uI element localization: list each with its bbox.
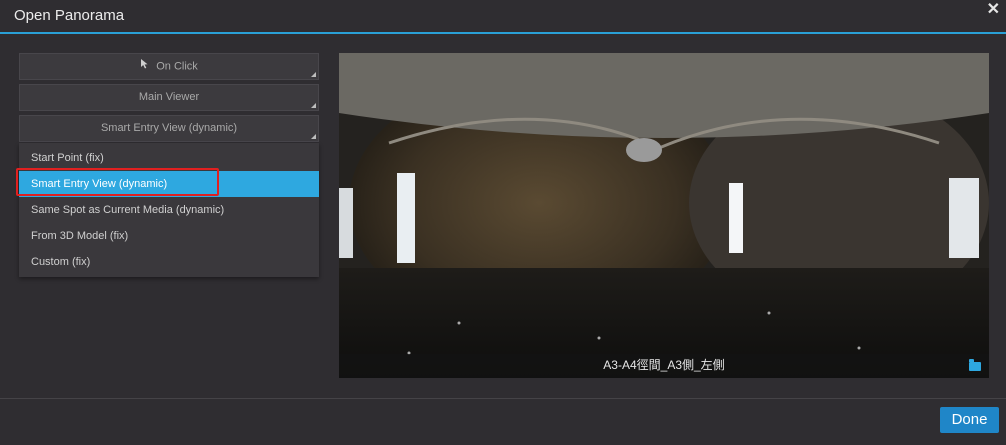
close-icon[interactable]: ✕ — [987, 2, 1000, 18]
entry-view-button[interactable]: Smart Entry View (dynamic) — [19, 115, 319, 142]
dialog-title: Open Panorama — [14, 7, 125, 24]
folder-icon[interactable] — [969, 359, 981, 371]
trigger-button[interactable]: On Click — [19, 53, 319, 80]
done-button[interactable]: Done — [940, 407, 999, 433]
title-divider — [0, 32, 1006, 34]
viewer-button[interactable]: Main Viewer — [19, 84, 319, 111]
title-bar: Open Panorama ✕ — [0, 0, 1006, 32]
menu-item-from-3d-model[interactable]: From 3D Model (fix) — [19, 223, 319, 249]
menu-item-smart-entry-view[interactable]: Smart Entry View (dynamic) — [19, 171, 319, 197]
viewer-label: Main Viewer — [138, 91, 200, 103]
menu-item-start-point[interactable]: Start Point (fix) — [19, 145, 319, 171]
panorama-caption: A3-A4徑間_A3側_左側 — [603, 358, 725, 372]
footer-divider — [0, 398, 1006, 399]
cursor-icon — [140, 54, 150, 79]
dropdown-corner-icon — [311, 72, 316, 77]
panorama-image — [339, 53, 989, 378]
caption-bar: A3-A4徑間_A3側_左側 — [339, 354, 989, 378]
menu-item-same-spot[interactable]: Same Spot as Current Media (dynamic) — [19, 197, 319, 223]
entry-view-menu: Start Point (fix) Smart Entry View (dyna… — [19, 143, 319, 277]
entry-view-label: Smart Entry View (dynamic) — [100, 122, 238, 134]
dropdown-corner-icon — [311, 103, 316, 108]
menu-item-custom[interactable]: Custom (fix) — [19, 249, 319, 275]
dropdown-corner-icon — [311, 134, 316, 139]
panorama-preview[interactable]: A3-A4徑間_A3側_左側 — [339, 53, 989, 378]
trigger-label: On Click — [156, 60, 198, 73]
